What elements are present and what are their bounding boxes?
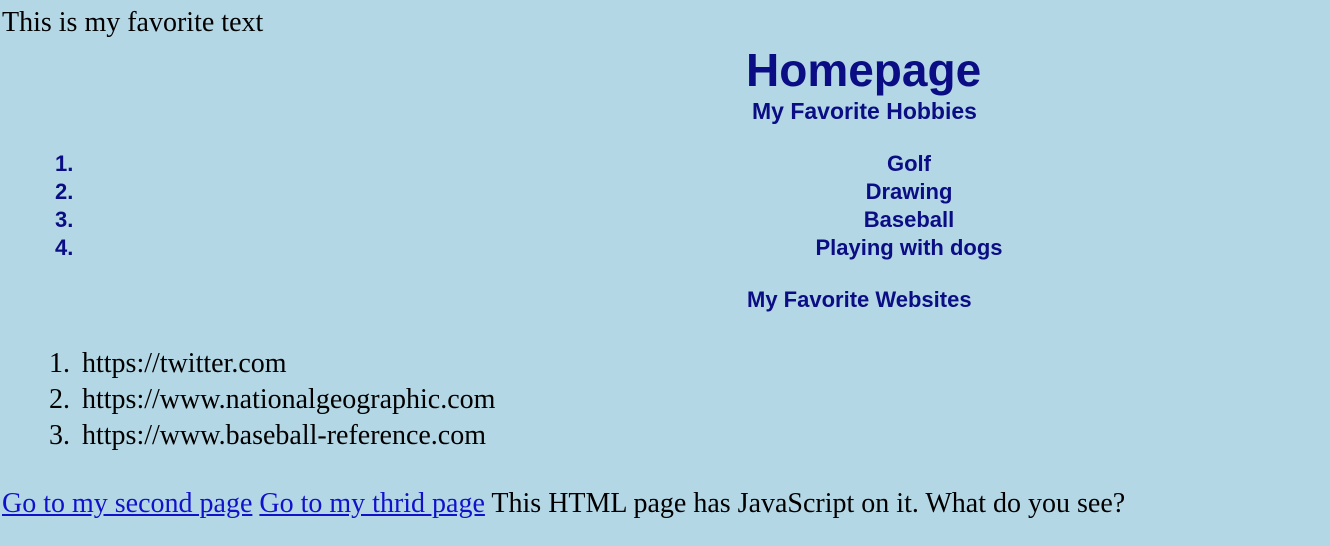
hobby-item: 4. Playing with dogs (0, 234, 1330, 262)
hobby-number: 1. (55, 151, 74, 176)
page-title: Homepage (746, 44, 982, 96)
hobby-number: 4. (55, 235, 74, 260)
hobby-label: Drawing (865, 179, 953, 204)
website-number: 2. (49, 384, 70, 415)
website-item: 2. https://www.nationalgeographic.com (0, 382, 700, 418)
website-list: 1. https://twitter.com 2. https://www.na… (0, 346, 700, 454)
hobby-number: 2. (55, 179, 74, 204)
favorite-text: This is my favorite text (2, 7, 264, 38)
browser-page: { "intro": { "text": "This is my favorit… (0, 0, 1330, 546)
hobby-label: Playing with dogs (815, 235, 1003, 260)
hobby-list: 1. Golf 2. Drawing 3. Baseball 4. Playin… (0, 150, 1330, 262)
website-number: 3. (49, 420, 70, 451)
hobby-label: Golf (887, 151, 931, 176)
hobby-item: 1. Golf (0, 150, 1330, 178)
hobby-item: 3. Baseball (0, 206, 1330, 234)
website-number: 1. (49, 348, 70, 379)
hobbies-heading: My Favorite Hobbies (752, 98, 977, 124)
second-page-link[interactable]: Go to my second page (2, 488, 252, 519)
footer-line: Go to my second page Go to my thrid page… (2, 486, 1125, 522)
javascript-message: This HTML page has JavaScript on it. Wha… (491, 488, 1126, 519)
website-url: https://www.nationalgeographic.com (82, 384, 496, 415)
hobby-item: 2. Drawing (0, 178, 1330, 206)
hobby-label: Baseball (863, 207, 955, 232)
website-url: https://www.baseball-reference.com (82, 420, 487, 451)
third-page-link[interactable]: Go to my thrid page (259, 488, 485, 519)
website-item: 1. https://twitter.com (0, 346, 700, 382)
website-url: https://twitter.com (82, 348, 287, 379)
websites-heading: My Favorite Websites (747, 287, 972, 312)
hobby-number: 3. (55, 207, 74, 232)
website-item: 3. https://www.baseball-reference.com (0, 418, 700, 454)
